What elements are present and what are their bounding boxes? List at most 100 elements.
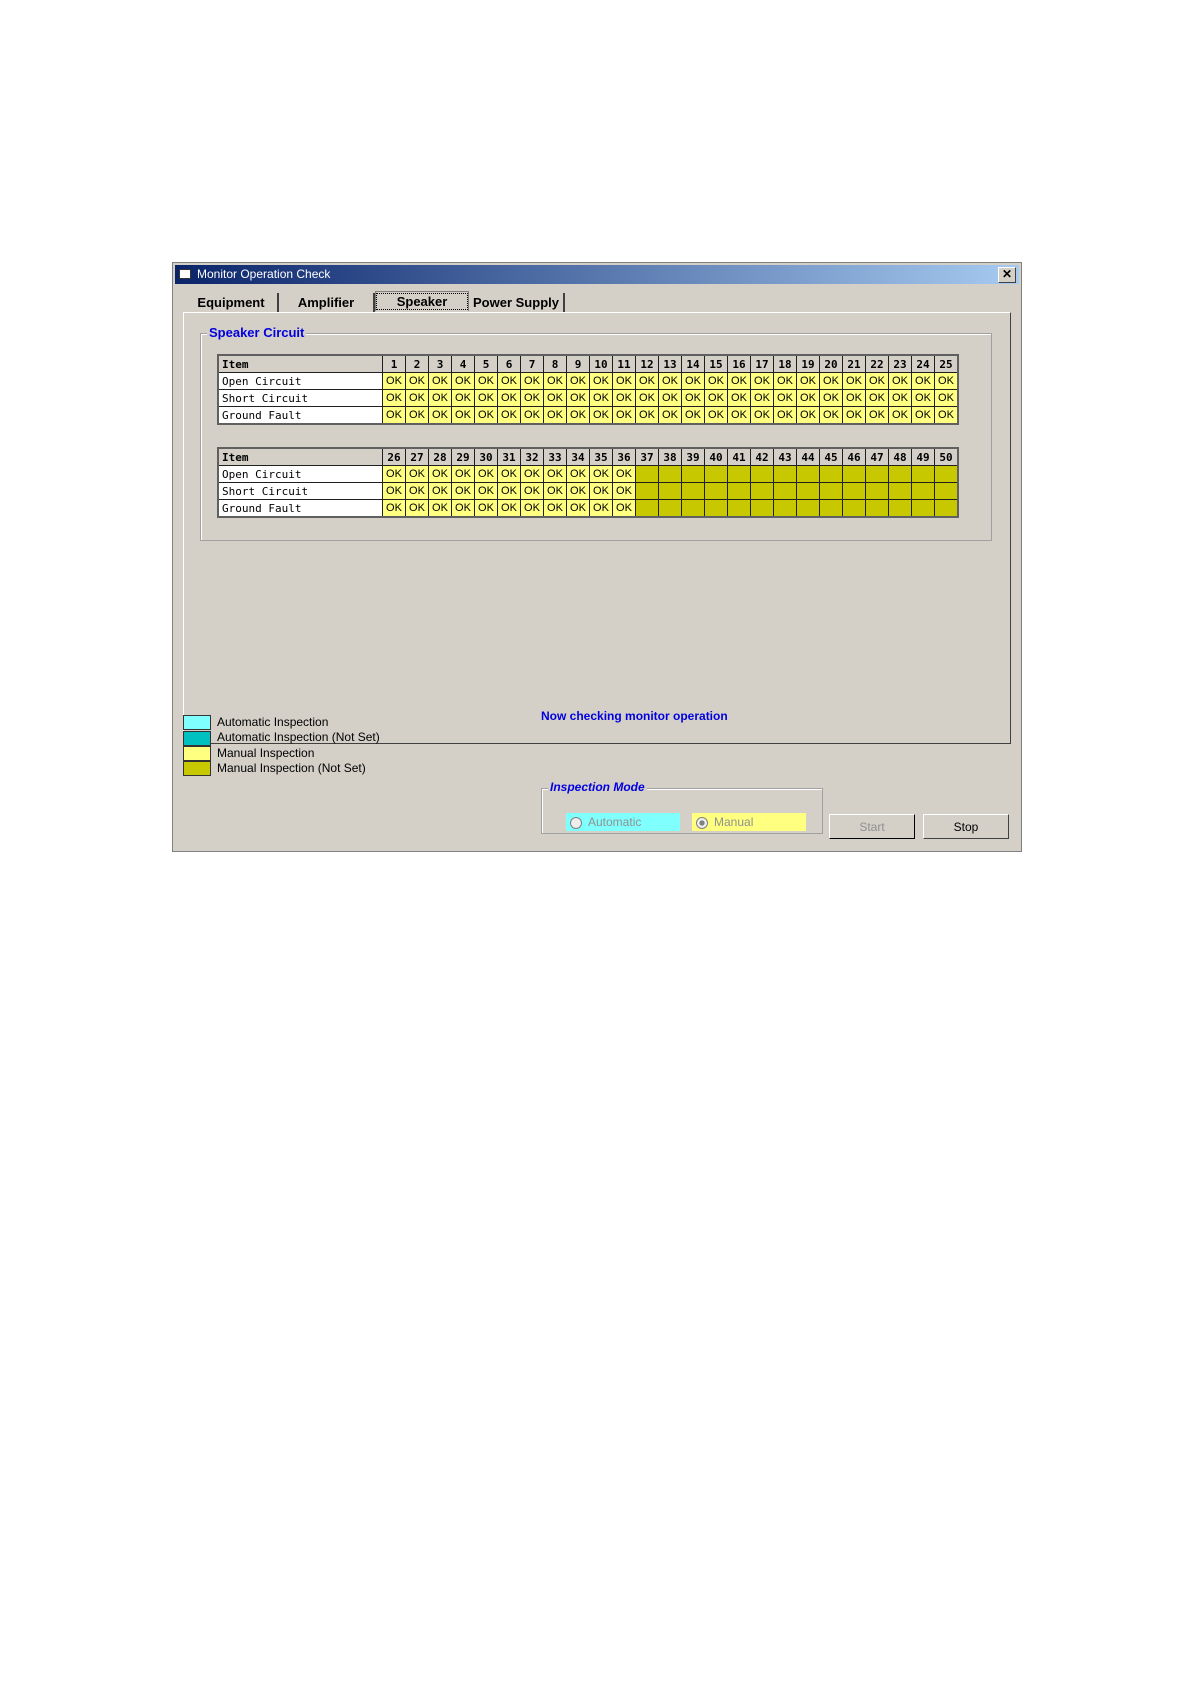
channel-header: 16 xyxy=(727,354,751,373)
status-cell-not-set xyxy=(934,482,959,500)
legend-label: Manual Inspection (Not Set) xyxy=(217,760,366,775)
start-button[interactable]: Start xyxy=(829,814,915,839)
inspection-mode-title: Inspection Mode xyxy=(548,780,647,794)
status-cell-not-set xyxy=(796,482,820,500)
status-cell: OK xyxy=(612,482,636,500)
channel-header: 45 xyxy=(819,447,843,466)
status-cell: OK xyxy=(819,406,843,425)
status-cell-not-set xyxy=(842,482,866,500)
status-cell: OK xyxy=(474,499,498,518)
table-row: Short Circuit OK OK OK OK OK OK OK OK OK OK OK xyxy=(217,482,959,500)
stop-button[interactable]: Stop xyxy=(923,814,1009,839)
status-cell: OK xyxy=(589,465,613,483)
title-bar: Monitor Operation Check ✕ xyxy=(175,265,1019,284)
status-cell-not-set xyxy=(888,499,912,518)
status-cell: OK xyxy=(566,482,590,500)
channel-header: 37 xyxy=(635,447,659,466)
status-cell: OK xyxy=(589,372,613,390)
channel-header: 36 xyxy=(612,447,636,466)
status-cell: OK xyxy=(704,372,728,390)
channel-header: 35 xyxy=(589,447,613,466)
status-cell-not-set xyxy=(750,465,774,483)
status-cell-not-set xyxy=(865,482,889,500)
group-title: Speaker Circuit xyxy=(207,325,307,340)
status-cell: OK xyxy=(842,389,866,407)
status-cell: OK xyxy=(704,406,728,425)
channel-header: 18 xyxy=(773,354,797,373)
row-label: Short Circuit xyxy=(217,482,383,500)
status-cell: OK xyxy=(888,372,912,390)
status-cell: OK xyxy=(405,372,429,390)
status-cell-not-set xyxy=(934,499,959,518)
status-cell: OK xyxy=(911,406,935,425)
status-cell: OK xyxy=(520,389,544,407)
status-cell-not-set xyxy=(704,499,728,518)
table-row: Ground Fault OK OK OK OK OK OK OK OK OK OK OK xyxy=(217,499,959,518)
status-cell-not-set xyxy=(681,482,705,500)
status-cell: OK xyxy=(451,465,475,483)
status-cell: OK xyxy=(543,465,567,483)
channel-header: 39 xyxy=(681,447,705,466)
status-cell: OK xyxy=(704,389,728,407)
channel-header: 5 xyxy=(474,354,498,373)
status-cell-not-set xyxy=(704,482,728,500)
row-label: Short Circuit xyxy=(217,389,383,407)
status-cell: OK xyxy=(497,465,521,483)
channel-header: 44 xyxy=(796,447,820,466)
status-cell-not-set xyxy=(865,465,889,483)
legend-swatch xyxy=(183,715,211,731)
status-cell: OK xyxy=(382,482,406,500)
channel-header: 27 xyxy=(405,447,429,466)
status-cell-not-set xyxy=(727,482,751,500)
channel-header: 13 xyxy=(658,354,682,373)
status-cell-not-set xyxy=(911,482,935,500)
channel-header: 22 xyxy=(865,354,889,373)
status-cell-not-set xyxy=(865,499,889,518)
status-cell: OK xyxy=(497,482,521,500)
tab-equipment[interactable]: Equipment xyxy=(185,293,279,312)
tab-speaker[interactable]: Speaker xyxy=(375,291,469,311)
status-cell: OK xyxy=(474,465,498,483)
legend-label: Automatic Inspection xyxy=(217,715,329,729)
automatic-radio[interactable]: Automatic xyxy=(566,813,680,831)
channel-header: 26 xyxy=(382,447,406,466)
status-cell: OK xyxy=(658,389,682,407)
status-cell: OK xyxy=(428,389,452,407)
status-cell: OK xyxy=(451,406,475,425)
status-cell: OK xyxy=(428,465,452,483)
channel-header: 40 xyxy=(704,447,728,466)
status-cell: OK xyxy=(497,406,521,425)
status-cell: OK xyxy=(451,499,475,518)
close-button[interactable]: ✕ xyxy=(998,267,1016,283)
tab-amplifier[interactable]: Amplifier xyxy=(279,293,375,312)
channel-header: 23 xyxy=(888,354,912,373)
status-cell-not-set xyxy=(658,482,682,500)
status-cell-not-set xyxy=(819,465,843,483)
channel-header: 1 xyxy=(382,354,406,373)
status-cell: OK xyxy=(750,389,774,407)
status-cell: OK xyxy=(635,389,659,407)
legend: Automatic Inspection Automatic Inspectio… xyxy=(183,715,380,777)
tab-power-supply[interactable]: Power Supply xyxy=(469,293,565,312)
status-cell: OK xyxy=(589,389,613,407)
channel-header: 7 xyxy=(520,354,544,373)
status-text: Now checking monitor operation xyxy=(541,709,728,723)
automatic-label: Automatic xyxy=(588,815,642,829)
channel-header: 10 xyxy=(589,354,613,373)
channel-header: 34 xyxy=(566,447,590,466)
status-cell: OK xyxy=(727,372,751,390)
status-cell: OK xyxy=(589,406,613,425)
status-cell: OK xyxy=(405,499,429,518)
status-cell: OK xyxy=(750,406,774,425)
channel-header: 50 xyxy=(934,447,959,466)
status-cell-not-set xyxy=(750,499,774,518)
status-cell: OK xyxy=(842,406,866,425)
status-cell-not-set xyxy=(681,465,705,483)
status-cell: OK xyxy=(382,465,406,483)
status-cell: OK xyxy=(474,372,498,390)
manual-radio[interactable]: Manual xyxy=(692,813,806,831)
channel-header: 30 xyxy=(474,447,498,466)
status-cell: OK xyxy=(474,406,498,425)
speaker-tab-panel: Speaker Circuit Item 1 2 3 4 5 6 7 8 9 10 11 12 13 14 1… xyxy=(183,312,1011,744)
status-cell: OK xyxy=(612,499,636,518)
